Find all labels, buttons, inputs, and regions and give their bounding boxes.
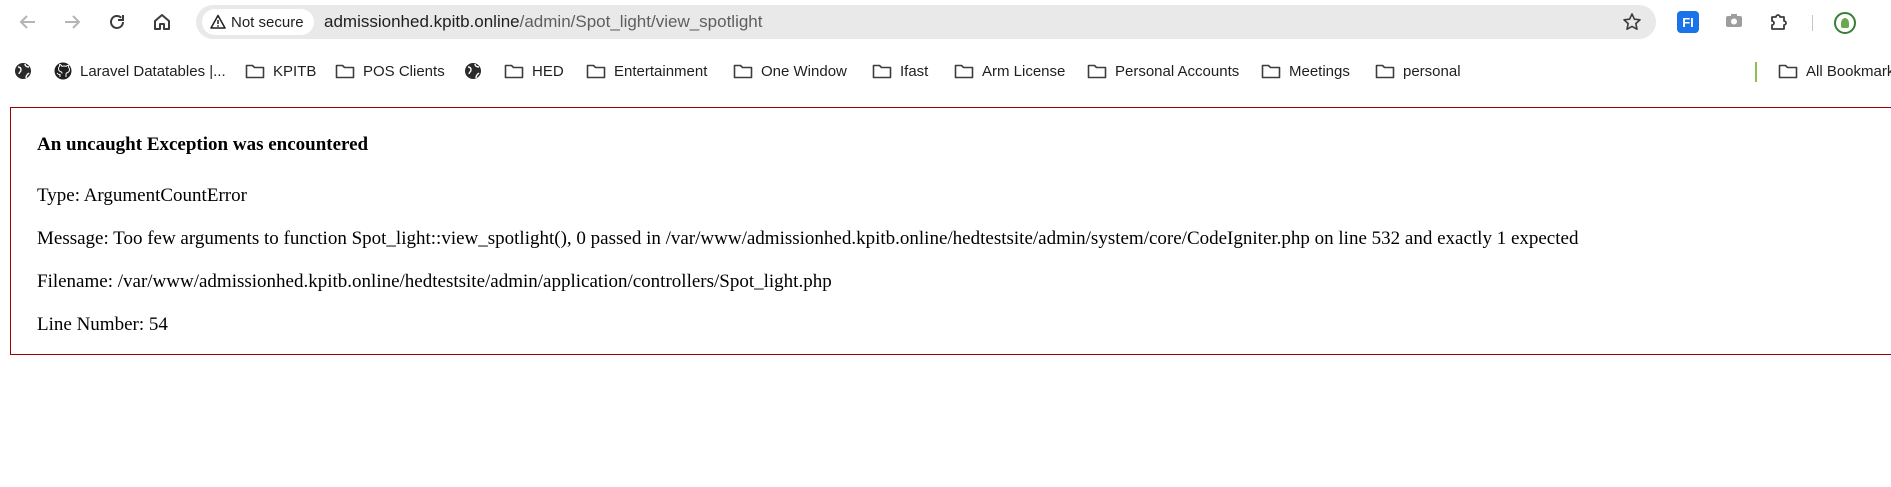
reload-icon (110, 15, 124, 29)
bookmark-folder-ifast[interactable]: Ifast (872, 58, 928, 84)
bookmark-label: POS Clients (363, 62, 445, 80)
bookmark-folder-entertainment[interactable]: Entertainment (586, 58, 707, 84)
bookmark-folder-hed[interactable]: HED (504, 58, 564, 84)
security-chip[interactable]: Not secure (202, 9, 314, 35)
bookmark-folder-arm-license[interactable]: Arm License (954, 58, 1065, 84)
folder-icon (1778, 64, 1798, 79)
toolbar-divider (1812, 15, 1813, 31)
warning-icon (210, 14, 226, 29)
fi-extension-icon[interactable]: FI (1677, 11, 1699, 33)
bookmark-star-button[interactable] (1622, 12, 1642, 37)
all-bookmarks-button[interactable]: All Bookmarks (1778, 58, 1891, 84)
folder-icon (586, 64, 606, 79)
globe-icon (465, 63, 481, 79)
security-label: Not secure (231, 13, 304, 31)
folder-icon (504, 64, 524, 79)
camera-extension-icon[interactable] (1724, 11, 1744, 36)
folder-icon (1375, 64, 1395, 79)
error-filename: Filename: /var/www/admissionhed.kpitb.on… (37, 271, 832, 292)
reload-button[interactable] (103, 8, 131, 36)
bookmark-globe-1[interactable] (14, 58, 32, 84)
folder-icon (733, 64, 753, 79)
bookmark-label: personal (1403, 62, 1461, 80)
error-panel: An uncaught Exception was encountered Ty… (10, 107, 1891, 355)
camera-icon (1726, 14, 1742, 27)
bookmarks-bar: Laravel Datatables |... KPITB POS Client… (0, 54, 1891, 90)
bookmark-folder-personal[interactable]: personal (1375, 58, 1461, 84)
bookmark-label: Laravel Datatables |... (80, 62, 226, 80)
star-icon (1623, 13, 1641, 30)
url-path: /admin/Spot_light/view_spotlight (519, 12, 763, 31)
bookmark-label: HED (532, 62, 564, 80)
bookmark-folder-kpitb[interactable]: KPITB (245, 58, 316, 84)
bookmark-globe-2[interactable] (464, 58, 482, 84)
arrow-left-icon (19, 15, 35, 29)
bookmark-laravel-datatables[interactable]: Laravel Datatables |... (54, 58, 226, 84)
error-message: Message: Too few arguments to function S… (37, 228, 1579, 249)
github-icon (54, 62, 72, 80)
url-text[interactable]: admissionhed.kpitb.online/admin/Spot_lig… (324, 5, 763, 39)
bookmark-label: KPITB (273, 62, 317, 80)
browser-toolbar: Not secure admissionhed.kpitb.online/adm… (0, 0, 1891, 44)
all-bookmarks-label: All Bookmarks (1806, 62, 1891, 80)
url-host: admissionhed.kpitb.online (324, 12, 520, 31)
bookmark-folder-personal-accounts[interactable]: Personal Accounts (1087, 58, 1239, 84)
folder-icon (1261, 64, 1281, 79)
bookmark-label: Ifast (900, 62, 929, 80)
error-type: Type: ArgumentCountError (37, 185, 247, 206)
globe-icon (15, 63, 31, 79)
address-bar[interactable]: Not secure admissionhed.kpitb.online/adm… (196, 5, 1656, 39)
home-icon (154, 14, 170, 30)
bookmarks-divider (1755, 62, 1757, 82)
error-line-number: Line Number: 54 (37, 314, 168, 335)
folder-icon (1087, 64, 1107, 79)
bookmark-folder-one-window[interactable]: One Window (733, 58, 847, 84)
back-button[interactable] (14, 8, 42, 36)
bookmark-label: Personal Accounts (1115, 62, 1240, 80)
bookmark-label: One Window (761, 62, 847, 80)
folder-icon (245, 64, 265, 79)
bookmark-label: Meetings (1289, 62, 1350, 80)
fi-extension-label: FI (1682, 14, 1694, 30)
bookmark-label: Entertainment (614, 62, 708, 80)
forward-button[interactable] (58, 8, 86, 36)
bookmark-folder-meetings[interactable]: Meetings (1261, 58, 1350, 84)
arrow-right-icon (65, 15, 81, 29)
profile-avatar[interactable] (1834, 12, 1856, 34)
extensions-button[interactable] (1768, 11, 1790, 38)
puzzle-icon (1771, 14, 1787, 30)
folder-icon (954, 64, 974, 79)
error-heading: An uncaught Exception was encountered (37, 134, 369, 155)
folder-icon (335, 64, 355, 79)
bookmark-label: Arm License (982, 62, 1066, 80)
bookmark-folder-pos-clients[interactable]: POS Clients (335, 58, 445, 84)
folder-icon (872, 64, 892, 79)
home-button[interactable] (148, 8, 176, 36)
